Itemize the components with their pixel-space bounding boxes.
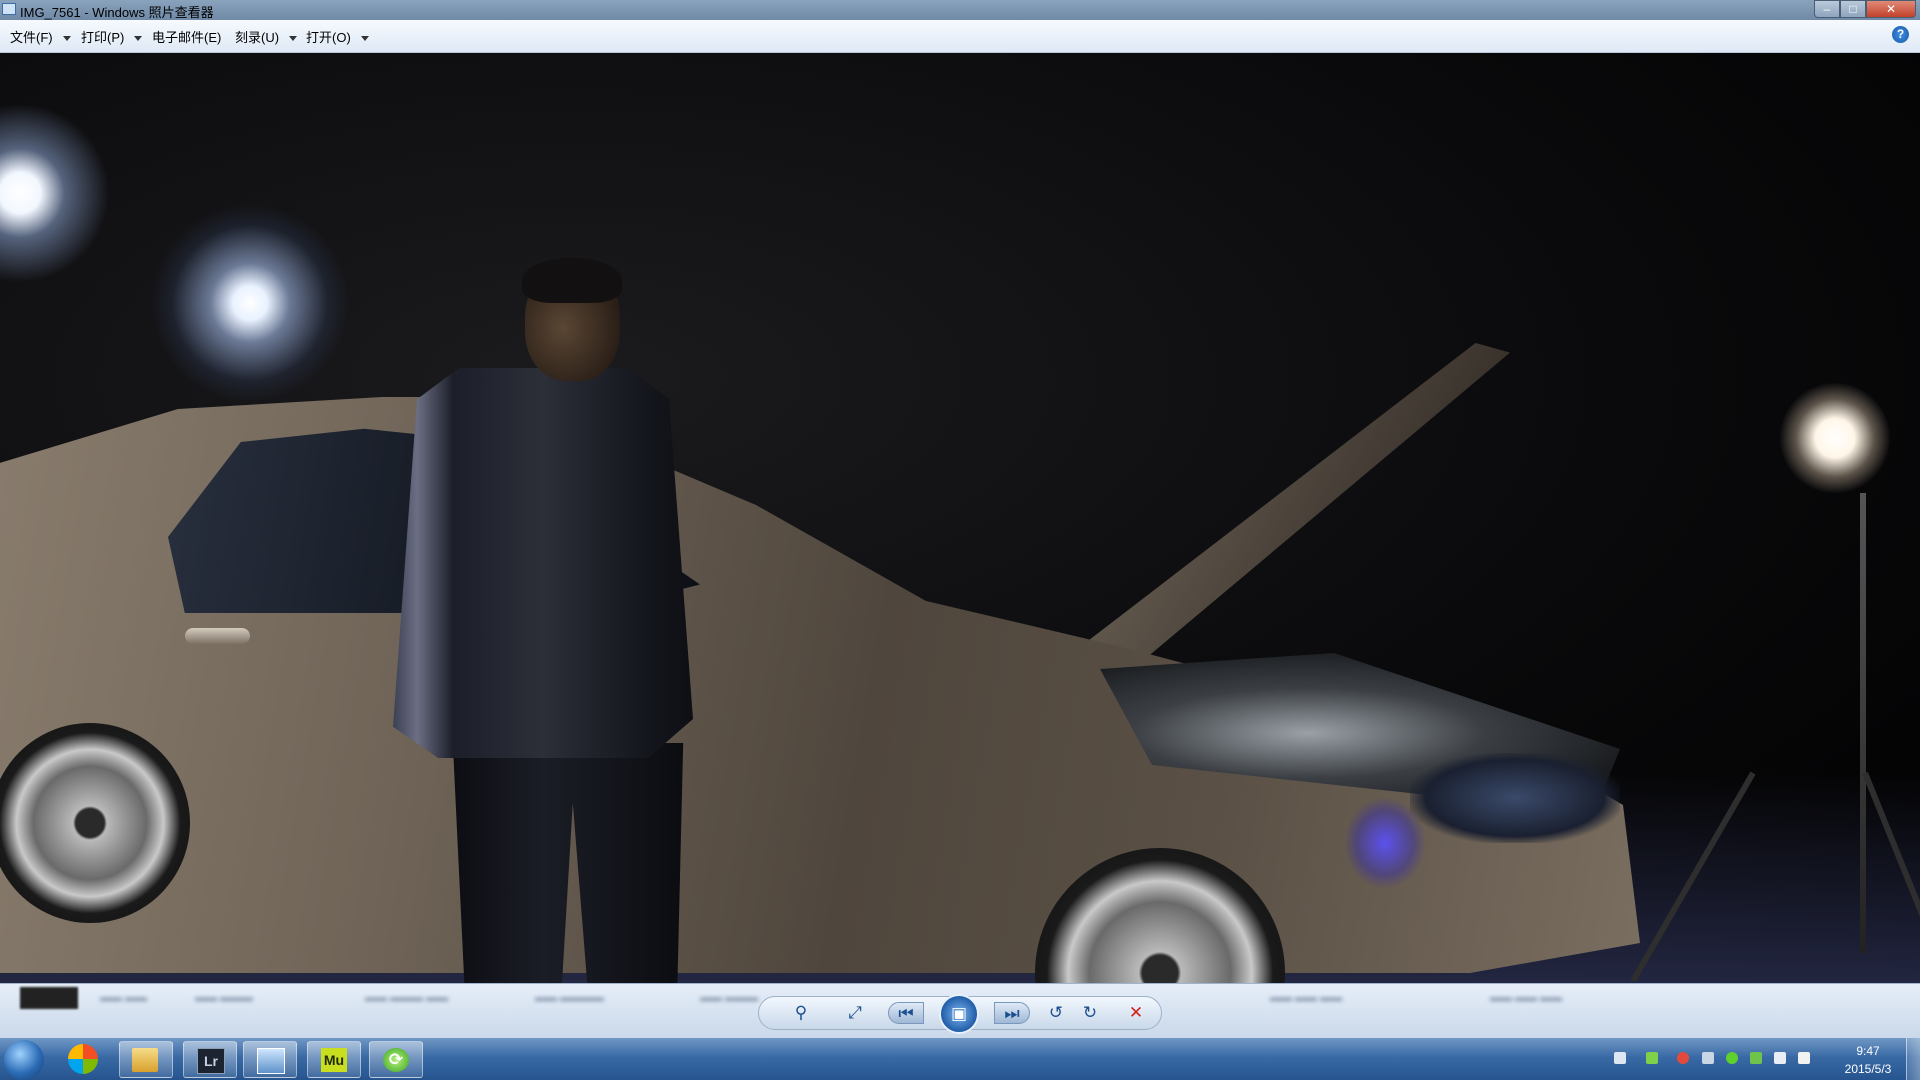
chevron-down-icon (134, 36, 143, 42)
studio-light-right (1780, 383, 1890, 493)
blurred-info: ▬▬ ▬▬▬▬ (535, 992, 605, 1004)
blurred-info: ▬▬ ▬▬▬ (195, 992, 254, 1004)
chevron-down-icon (62, 36, 71, 42)
antivirus-icon[interactable] (1677, 1052, 1689, 1064)
close-button[interactable]: ✕ (1866, 0, 1916, 18)
green-refresh-icon: ⟳ (383, 1048, 409, 1072)
show-desktop-button[interactable] (1906, 1038, 1920, 1080)
menu-email[interactable]: 电子邮件(E) (152, 27, 221, 46)
muse-icon: Mu (321, 1048, 347, 1072)
photo-viewer-icon (257, 1048, 285, 1074)
next-icon[interactable]: ⏭ (994, 1002, 1030, 1024)
network-share-icon[interactable] (1702, 1052, 1714, 1064)
fit-to-window-icon[interactable]: ⤢ (842, 1002, 868, 1024)
rotate-right-icon[interactable]: ↻ (1078, 1002, 1102, 1024)
studio-light-left (150, 203, 350, 403)
blurred-info: ▬▬ ▬▬ (100, 992, 148, 1004)
blurred-info: ▬▬ ▬▬ ▬▬ (1270, 992, 1343, 1004)
maximize-button[interactable]: □ (1840, 0, 1866, 18)
menu-email-label: 电子邮件(E) (152, 30, 222, 45)
file-explorer-icon (132, 1048, 158, 1072)
network-icon[interactable] (1774, 1052, 1786, 1064)
thumbnail-preview (20, 987, 78, 1009)
photo-canvas[interactable] (0, 53, 1920, 983)
flag-icon[interactable] (1750, 1052, 1762, 1064)
chevron-down-icon (289, 36, 298, 42)
delete-icon[interactable]: ✕ (1124, 1002, 1148, 1024)
photo-viewer-app-icon (2, 3, 16, 15)
menu-file-label: 文件(F) (10, 30, 53, 45)
menu-print-label: 打印(P) (81, 30, 125, 45)
menu-burn[interactable]: 刻录(U) (235, 27, 298, 46)
lens-flare (1345, 798, 1425, 888)
internet-explorer-icon[interactable] (68, 1044, 98, 1074)
clock-time[interactable]: 9:47 (1838, 1044, 1898, 1058)
window-title: IMG_7561 - Windows 照片查看器 (20, 5, 214, 20)
clock-date[interactable]: 2015/5/3 (1830, 1062, 1906, 1076)
slideshow-icon[interactable]: ▣ (939, 994, 979, 1034)
rotate-left-icon[interactable]: ↺ (1044, 1002, 1068, 1024)
menu-bar: 文件(F) 打印(P) 电子邮件(E) 刻录(U) 打开(O) (0, 20, 1920, 53)
lightroom-icon: Lr (197, 1048, 225, 1074)
menu-file[interactable]: 文件(F) (10, 27, 71, 46)
car-headlight (1410, 753, 1620, 843)
start-button[interactable] (4, 1040, 44, 1080)
previous-icon[interactable]: ⏮ (888, 1002, 924, 1024)
green-plus-icon[interactable] (1726, 1052, 1738, 1064)
light-stand (1860, 493, 1866, 953)
car-hood-open (1080, 343, 1510, 663)
car-door-handle (185, 628, 250, 644)
menu-open[interactable]: 打开(O) (306, 27, 369, 46)
blurred-info: ▬▬ ▬▬▬ ▬▬ (365, 992, 449, 1004)
battery-icon[interactable] (1646, 1052, 1658, 1064)
studio-light-far-left (0, 103, 110, 283)
volume-icon[interactable] (1798, 1052, 1810, 1064)
blurred-info: ▬▬ ▬▬▬ (700, 992, 759, 1004)
person-body (393, 368, 693, 758)
menu-open-label: 打开(O) (306, 30, 351, 45)
blurred-info: ▬▬ ▬▬ ▬▬ (1490, 992, 1563, 1004)
chevron-down-icon (360, 36, 369, 42)
zoom-icon[interactable]: ⚲ (786, 1002, 816, 1024)
title-bar[interactable]: IMG_7561 - Windows 照片查看器 – □ ✕ (0, 0, 1920, 20)
help-icon[interactable]: ? (1892, 26, 1909, 43)
menu-burn-label: 刻录(U) (235, 30, 280, 45)
menu-print[interactable]: 打印(P) (81, 27, 143, 46)
keyboard-icon[interactable] (1614, 1052, 1626, 1064)
minimize-button[interactable]: – (1814, 0, 1840, 18)
person-hair (522, 258, 622, 303)
